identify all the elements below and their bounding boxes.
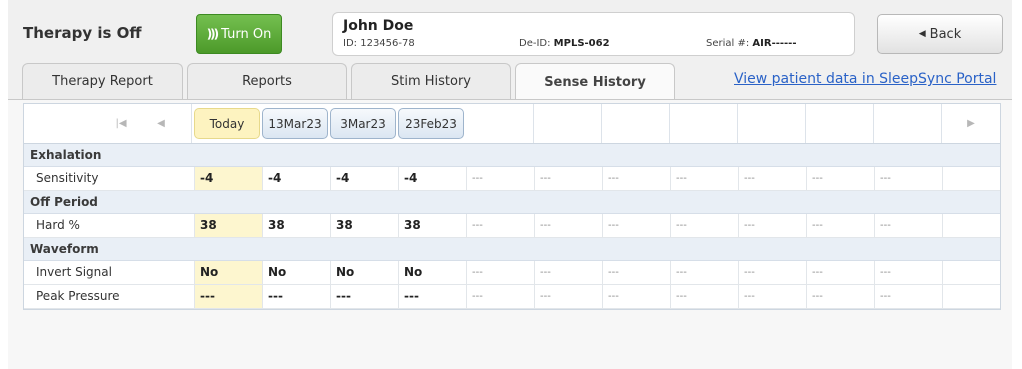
empty-cell bbox=[942, 214, 1010, 237]
date-today[interactable]: Today bbox=[194, 108, 260, 139]
empty-cell: --- bbox=[738, 214, 806, 237]
empty-cell bbox=[942, 261, 1010, 284]
empty-cell: --- bbox=[738, 261, 806, 284]
previous-page-icon[interactable]: ◀ bbox=[148, 108, 174, 139]
empty-cell: --- bbox=[806, 261, 874, 284]
empty-cell: --- bbox=[738, 167, 806, 190]
tab-reports[interactable]: Reports bbox=[187, 63, 347, 99]
table-cell: -4 bbox=[262, 167, 330, 190]
section-header: Off Period bbox=[24, 191, 1000, 214]
empty-cell: --- bbox=[602, 214, 670, 237]
first-page-icon[interactable]: |◀ bbox=[108, 108, 134, 139]
empty-cell: --- bbox=[466, 214, 534, 237]
row-label: Sensitivity bbox=[36, 171, 99, 185]
row-label: Hard % bbox=[36, 218, 80, 232]
tab-sense-history[interactable]: Sense History bbox=[515, 63, 675, 100]
date-3mar23[interactable]: 3Mar23 bbox=[330, 108, 396, 139]
table-cell: No bbox=[398, 261, 466, 284]
section-header: Exhalation bbox=[24, 144, 1000, 167]
empty-cell: --- bbox=[534, 167, 602, 190]
turn-on-button[interactable]: ))) Turn On bbox=[196, 14, 282, 54]
date-13mar23[interactable]: 13Mar23 bbox=[262, 108, 328, 139]
empty-cell: --- bbox=[602, 285, 670, 308]
empty-cell: --- bbox=[874, 214, 942, 237]
table-cell: 38 bbox=[398, 214, 466, 237]
table-cell: --- bbox=[194, 285, 262, 308]
table-cell: --- bbox=[330, 285, 398, 308]
table-cell: 38 bbox=[194, 214, 262, 237]
table-row: Invert Signal No No No No --- --- --- --- --- --- -… bbox=[24, 261, 1000, 285]
empty-cell: --- bbox=[534, 285, 602, 308]
table-cell: --- bbox=[398, 285, 466, 308]
table-body: Exhalation Sensitivity -4 -4 -4 -4 --- --- --- --… bbox=[24, 144, 1000, 309]
triangle-left-icon: ◀ bbox=[918, 29, 926, 39]
table-cell: No bbox=[262, 261, 330, 284]
sense-history-panel: |◀ ◀ Today 13Mar23 3Mar23 23Feb23 ▶ Exha… bbox=[8, 99, 1012, 369]
table-cell: -4 bbox=[330, 167, 398, 190]
patient-name: John Doe bbox=[343, 18, 414, 34]
patient-deid: De-ID: MPLS-062 bbox=[519, 38, 610, 49]
turn-on-label: Turn On bbox=[221, 26, 272, 42]
table-cell: -4 bbox=[398, 167, 466, 190]
table-cell: 38 bbox=[262, 214, 330, 237]
table-row: Peak Pressure --- --- --- --- --- --- --- --- ---… bbox=[24, 285, 1000, 309]
patient-id: ID: 123456-78 bbox=[343, 38, 415, 49]
header: Therapy is Off ))) Turn On John Doe ID: … bbox=[8, 0, 1012, 62]
empty-cell: --- bbox=[466, 261, 534, 284]
empty-cell bbox=[942, 285, 1010, 308]
empty-cell: --- bbox=[874, 285, 942, 308]
empty-cell: --- bbox=[670, 261, 738, 284]
date-header-row: |◀ ◀ Today 13Mar23 3Mar23 23Feb23 ▶ bbox=[24, 104, 1000, 144]
section-header: Waveform bbox=[24, 238, 1000, 261]
empty-cell: --- bbox=[534, 214, 602, 237]
empty-cell: --- bbox=[466, 167, 534, 190]
table-cell: --- bbox=[262, 285, 330, 308]
back-button[interactable]: ◀ Back bbox=[877, 14, 1003, 54]
empty-cell: --- bbox=[534, 261, 602, 284]
table-cell: No bbox=[194, 261, 262, 284]
table-cell: -4 bbox=[194, 167, 262, 190]
row-label: Invert Signal bbox=[36, 265, 112, 279]
row-label: Peak Pressure bbox=[36, 289, 120, 303]
back-label: Back bbox=[929, 26, 962, 42]
table-row: Hard % 38 38 38 38 --- --- --- --- --- --- --- bbox=[24, 214, 1000, 238]
empty-cell: --- bbox=[874, 167, 942, 190]
empty-cell: --- bbox=[670, 285, 738, 308]
empty-cell: --- bbox=[602, 167, 670, 190]
next-page-icon[interactable]: ▶ bbox=[958, 108, 984, 139]
table-row: Sensitivity -4 -4 -4 -4 --- --- --- --- --- --- --- bbox=[24, 167, 1000, 191]
sleepsync-portal-link[interactable]: View patient data in SleepSync Portal bbox=[734, 71, 996, 87]
patient-info-box: John Doe ID: 123456-78 De-ID: MPLS-062 S… bbox=[332, 12, 855, 56]
empty-cell: --- bbox=[670, 167, 738, 190]
tab-therapy-report[interactable]: Therapy Report bbox=[22, 63, 183, 99]
empty-cell: --- bbox=[602, 261, 670, 284]
empty-cell: --- bbox=[874, 261, 942, 284]
empty-cell: --- bbox=[806, 285, 874, 308]
patient-serial: Serial #: AIR------ bbox=[706, 38, 797, 49]
empty-cell: --- bbox=[806, 167, 874, 190]
table-cell: No bbox=[330, 261, 398, 284]
empty-cell: --- bbox=[738, 285, 806, 308]
date-23feb23[interactable]: 23Feb23 bbox=[398, 108, 464, 139]
app-window: Therapy is Off ))) Turn On John Doe ID: … bbox=[8, 0, 1012, 369]
signal-waves-icon: ))) bbox=[206, 27, 220, 41]
therapy-status: Therapy is Off bbox=[23, 24, 142, 42]
empty-cell: --- bbox=[806, 214, 874, 237]
empty-cell bbox=[942, 167, 1010, 190]
table-cell: 38 bbox=[330, 214, 398, 237]
empty-cell: --- bbox=[670, 214, 738, 237]
tab-stim-history[interactable]: Stim History bbox=[351, 63, 511, 99]
sense-history-table: |◀ ◀ Today 13Mar23 3Mar23 23Feb23 ▶ Exha… bbox=[23, 103, 1001, 310]
empty-cell: --- bbox=[466, 285, 534, 308]
